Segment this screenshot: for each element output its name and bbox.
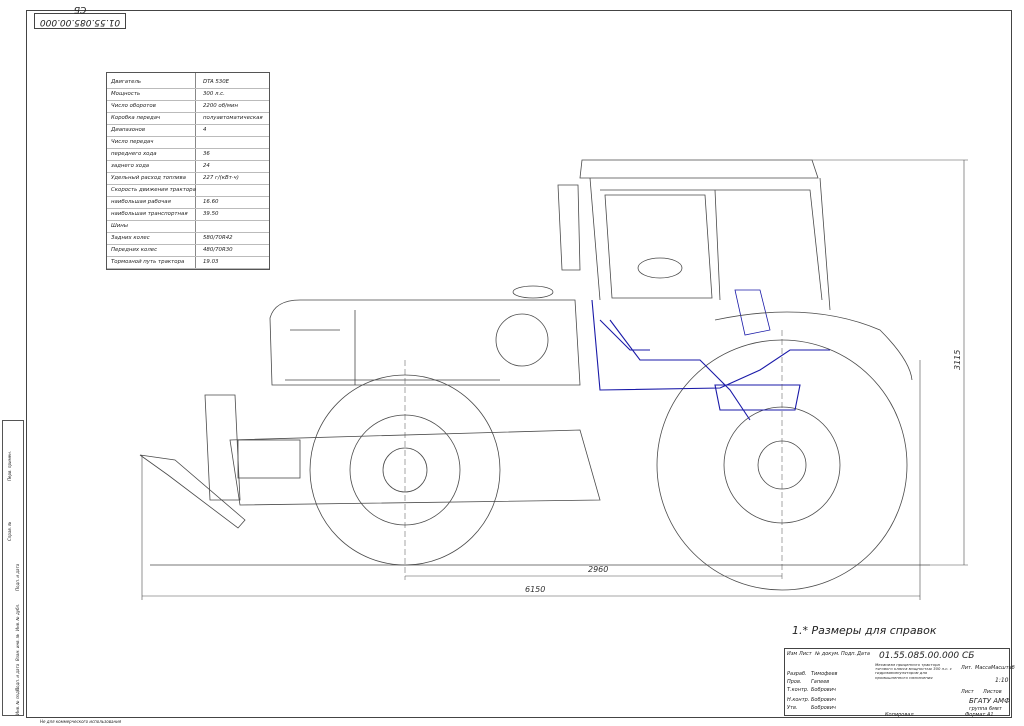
role-1: Пров. (787, 679, 802, 685)
sheet-label: Лист (961, 689, 974, 695)
scale-label: Масштаб (991, 665, 1015, 671)
height-dim: 3115 (953, 350, 962, 370)
pre-cleaner (512, 285, 554, 299)
tractor-drawing: 2960 6150 3115 (139, 159, 968, 600)
bottom-note: Не для коммерческого использования (40, 719, 122, 724)
name-2: Бобрович (811, 687, 836, 693)
engine-hood (269, 299, 581, 386)
cab-frame (589, 177, 831, 311)
strip-label-3: Подп. и дата (15, 563, 20, 591)
left-strip: Перв. примен. Справ. № Подп. и дата Инв.… (2, 420, 24, 716)
role-4: Утв. (787, 705, 798, 711)
format-label: Формат (965, 712, 986, 718)
wheelbase-dim: 2960 (588, 565, 608, 574)
reference-note: 1.* Размеры для справок (792, 624, 937, 637)
air-filter (495, 313, 549, 367)
strip-label-4: Инв. № дубл. (15, 603, 20, 631)
header-doc: № докум. (815, 651, 840, 657)
header-date: Дата (857, 651, 870, 657)
pedal-assembly (599, 319, 650, 351)
format-value: А1 (987, 712, 994, 718)
hydraulic-lines (609, 319, 751, 421)
battery-box (237, 439, 301, 479)
control-linkage (591, 299, 830, 391)
org-name: БГАТУ АМФ (969, 697, 1011, 705)
rear-axle-assembly (714, 384, 801, 411)
header-izm: Изм (787, 651, 798, 657)
role-2: Т.контр. (787, 687, 809, 693)
chassis-frame (229, 429, 601, 506)
sheets-label: Листов (983, 689, 1002, 695)
front-hitch-frame (204, 394, 241, 501)
length-dim: 6150 (525, 585, 545, 594)
strip-label-7: Инв. № подл. (15, 687, 20, 715)
mass-label: Масса (975, 665, 991, 671)
header-sign: Подп. (841, 651, 857, 657)
exhaust-pipe (557, 184, 581, 271)
hood-detail (285, 310, 500, 385)
name-0: Тимофеев (811, 671, 838, 677)
front-hitch (139, 454, 246, 529)
title-block: 01.55.085.00.000 СБ Механизм прицепного … (784, 648, 1015, 718)
strip-label-2: Справ. № (7, 521, 12, 541)
drawing-sheet: 01.55.085.00.000 СБ Двигатель DTA 530E Мощ… (0, 0, 1024, 726)
role-0: Разраб. (787, 671, 807, 677)
scale-value: 1:10 (995, 677, 1009, 684)
name-4: Бобрович (811, 705, 836, 711)
copied-label: Копировал (885, 712, 914, 718)
title-code: 01.55.085.00.000 СБ (879, 651, 975, 661)
strip-label-5: Взам. инв. № (15, 633, 20, 661)
header-list: Лист (799, 651, 812, 657)
cab-door (604, 194, 713, 299)
name-3: Бобрович (811, 697, 836, 703)
cab-roof (579, 159, 819, 179)
title-description: Механизм прицепного трактора тягового кл… (875, 662, 952, 680)
name-1: Гапеев (811, 679, 830, 685)
role-3: Н.контр. (787, 697, 810, 703)
strip-label-1: Перв. примен. (7, 450, 12, 481)
lit-label: Лит. (961, 665, 973, 671)
steering-wheel (637, 257, 683, 279)
